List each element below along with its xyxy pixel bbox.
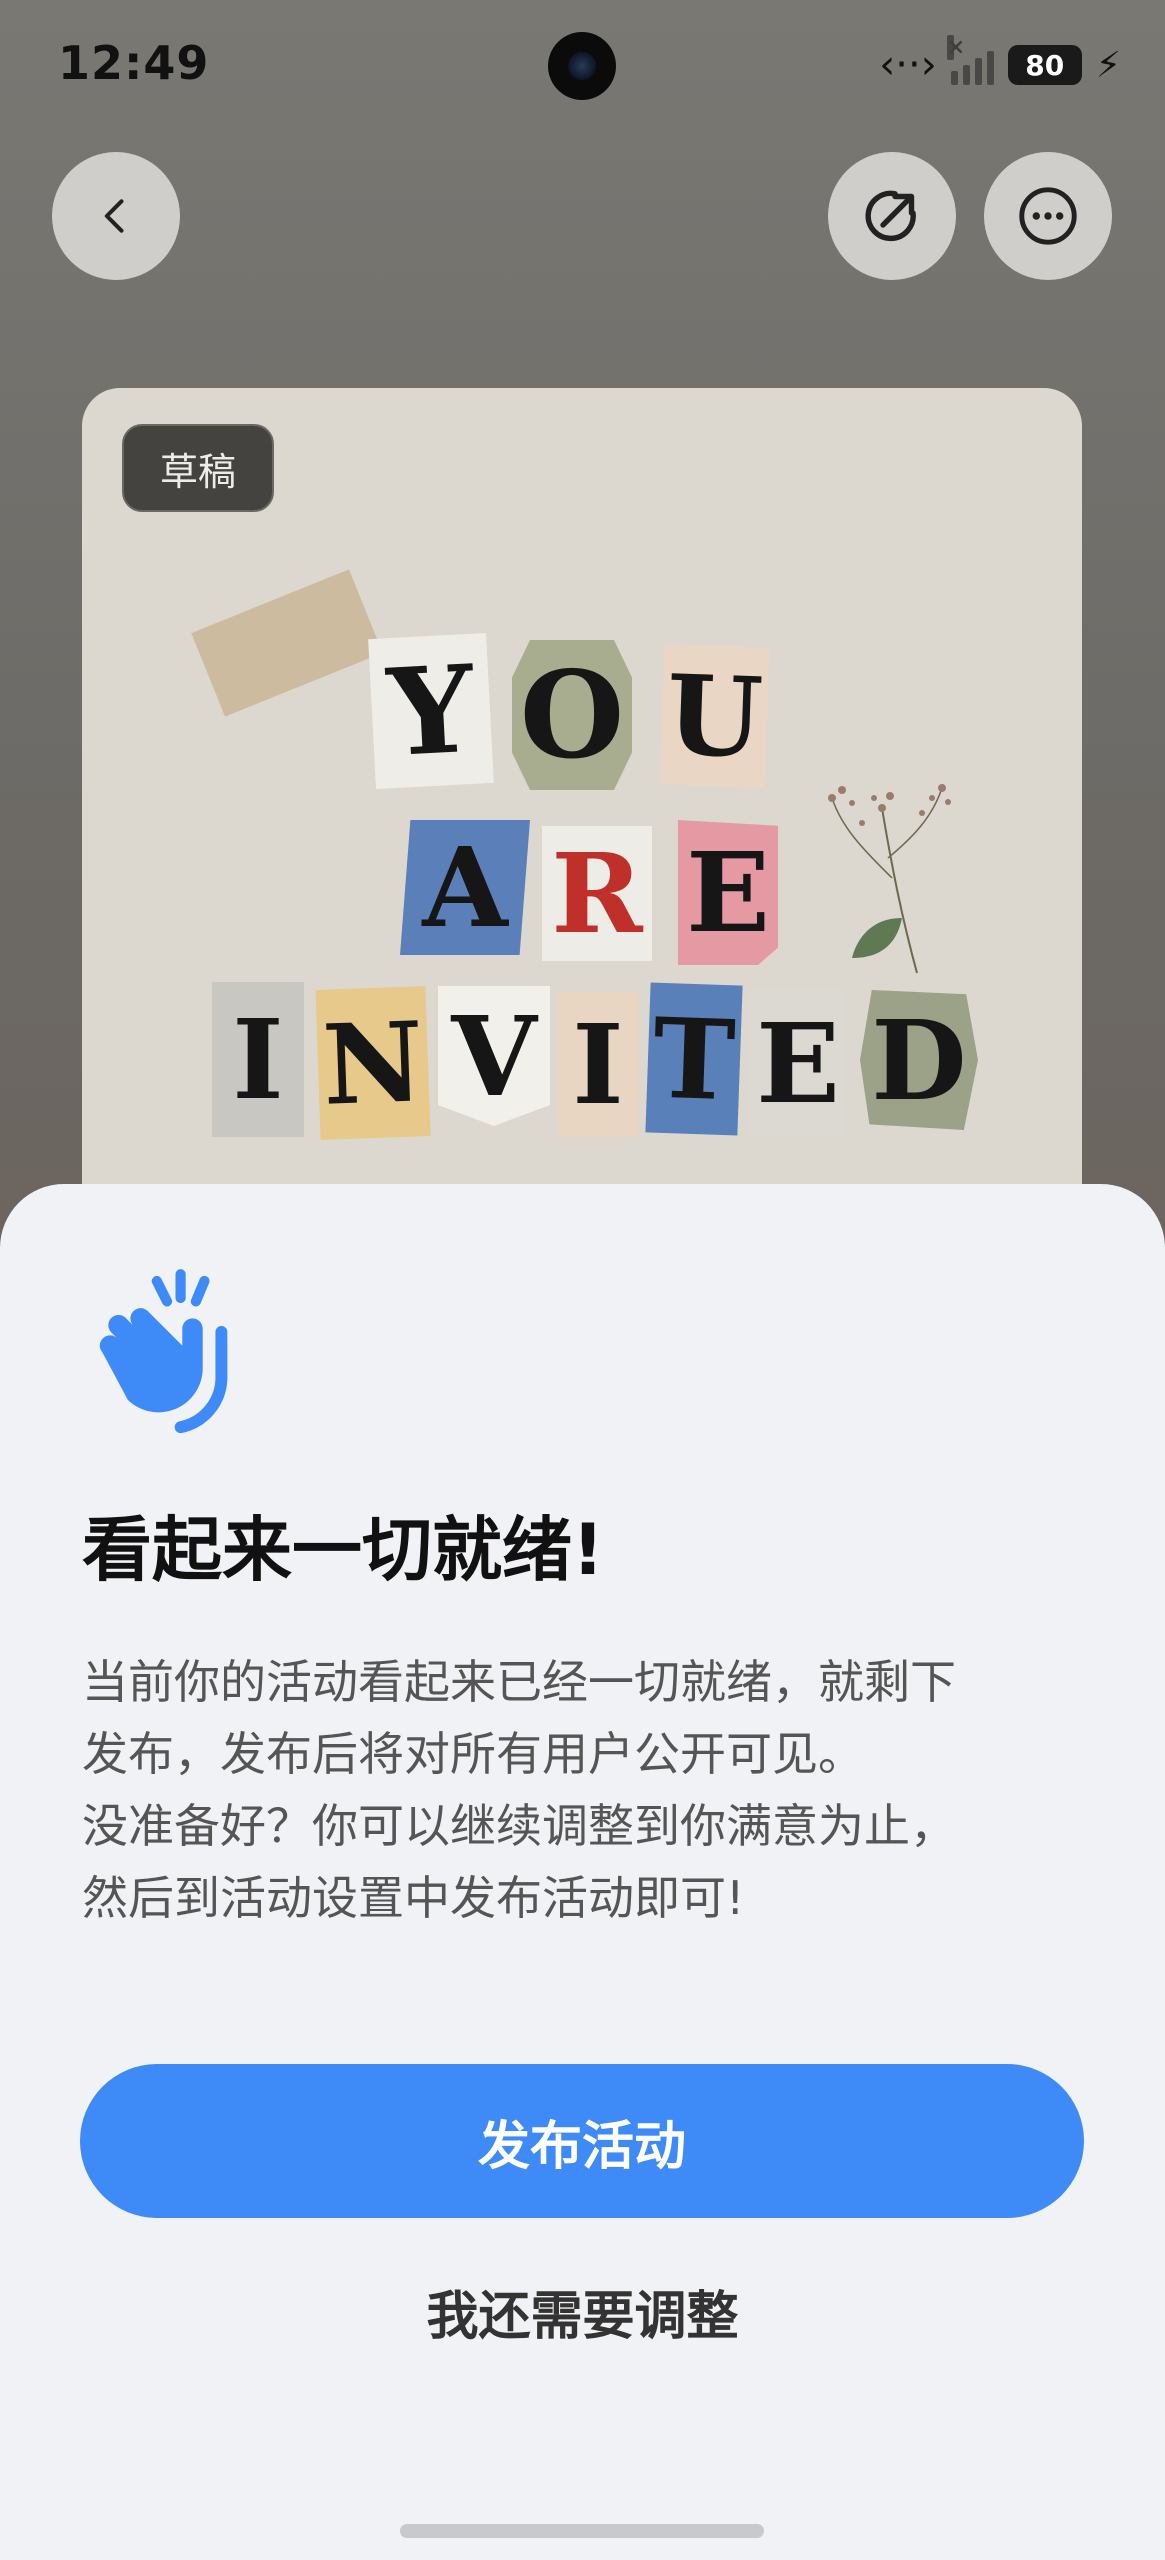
description-line: 没准备好？你可以继续调整到你满意为止， — [82, 1799, 956, 1853]
battery-icon: 80 — [1007, 45, 1082, 85]
description-line: 发布，发布后将对所有用户公开可见。 — [82, 1727, 864, 1781]
battery-level: 80 — [1025, 48, 1065, 82]
description-line: 当前你的活动看起来已经一切就绪，就剩下 — [82, 1655, 956, 1709]
description-line: 然后到活动设置中发布活动即可! — [82, 1871, 745, 1925]
sheet-title: 看起来一切就绪! — [82, 1509, 604, 1591]
publish-event-button[interactable]: 发布活动 — [80, 2064, 1084, 2218]
share-button[interactable] — [828, 152, 956, 280]
charging-icon: ⚡ — [1095, 44, 1121, 86]
status-time: 12:49 — [58, 36, 210, 90]
publish-bottom-sheet: 看起来一切就绪! 当前你的活动看起来已经一切就绪，就剩下 发布，发布后将对所有用… — [0, 1184, 1165, 2560]
more-dots-icon — [1019, 187, 1077, 245]
need-adjust-button[interactable]: 我还需要调整 — [0, 2274, 1165, 2349]
letter-tile: E — [750, 988, 846, 1138]
event-poster[interactable]: 草稿 Y O U A R E I N V I T E D — [82, 388, 1082, 1288]
status-bar: 12:49 ‹··› × 80 ⚡ — [0, 0, 1165, 130]
more-button[interactable] — [984, 152, 1112, 280]
signal-icon: × — [946, 35, 994, 85]
letter-tile: T — [645, 982, 743, 1136]
letter-tile: D — [860, 990, 978, 1130]
share-arrow-icon — [865, 190, 916, 242]
letter-tile: A — [400, 820, 530, 955]
letter-tile: I — [212, 982, 304, 1137]
letter-tile: V — [438, 986, 550, 1126]
letter-tile: N — [315, 986, 431, 1140]
letter-tile: E — [678, 820, 778, 965]
home-indicator[interactable] — [400, 2524, 764, 2538]
front-camera — [548, 32, 616, 100]
data-transfer-icon: ‹··› — [879, 42, 937, 88]
status-icons: ‹··› × 80 ⚡ — [879, 35, 1121, 90]
letter-tile: Y — [368, 633, 494, 789]
letter-tile: O — [512, 640, 632, 790]
letter-tile: I — [558, 992, 638, 1137]
sheet-description: 当前你的活动看起来已经一切就绪，就剩下 发布，发布后将对所有用户公开可见。 没准… — [82, 1646, 1092, 1934]
back-button[interactable] — [52, 152, 180, 280]
flower-sprig-decoration — [828, 784, 951, 974]
chevron-left-icon — [104, 199, 124, 233]
letter-tile: R — [542, 826, 652, 961]
tape-decoration — [191, 569, 383, 717]
letter-tile: U — [659, 644, 770, 788]
draft-badge: 草稿 — [122, 424, 275, 512]
waving-hand-icon — [99, 1269, 228, 1434]
